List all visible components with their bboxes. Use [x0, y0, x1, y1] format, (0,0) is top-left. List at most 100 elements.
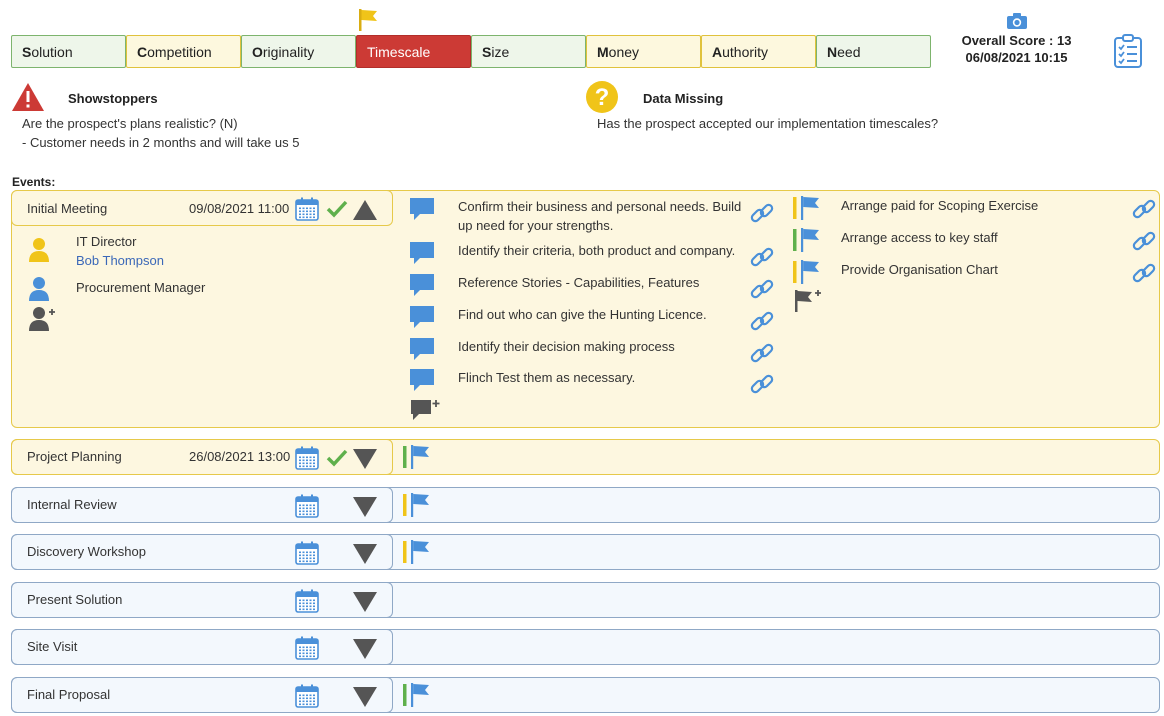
objective-text: Confirm their business and personal need…	[458, 197, 741, 235]
expand-arrow-icon[interactable]	[352, 496, 378, 518]
event-flag-icon[interactable]	[402, 444, 432, 470]
link-icon[interactable]	[749, 244, 775, 270]
tab-label: uthority	[722, 43, 769, 60]
event-header[interactable]: Internal Review	[11, 487, 393, 523]
contact-name-link[interactable]: Bob Thompson	[76, 253, 164, 268]
event-row[interactable]: Site Visit	[11, 629, 1160, 665]
tab-label: ize	[491, 43, 510, 60]
tab-label: eed	[837, 43, 861, 60]
event-name: Initial Meeting	[27, 200, 108, 216]
tab-initial: A	[712, 43, 723, 60]
add-flag-icon[interactable]	[792, 288, 822, 314]
event-row[interactable]: Final Proposal	[11, 677, 1160, 713]
comment-icon[interactable]	[409, 273, 435, 297]
calendar-icon[interactable]	[295, 636, 319, 660]
event-flag-icon[interactable]	[402, 682, 432, 708]
add-comment-icon[interactable]	[409, 398, 441, 422]
objective-line: up need for your strengths.	[458, 218, 614, 233]
objective-line: Identify their criteria, both product an…	[458, 243, 736, 258]
event-header[interactable]: Project Planning 26/08/2021 13:00	[11, 439, 393, 475]
action-flag-icon[interactable]	[792, 259, 822, 285]
event-flag-icon[interactable]	[402, 539, 432, 565]
collapse-arrow-icon[interactable]	[352, 199, 378, 221]
warning-icon	[12, 83, 44, 111]
event-panel-expanded: Initial Meeting 09/08/2021 11:00 IT Dire…	[11, 190, 1160, 428]
calendar-icon[interactable]	[295, 589, 319, 613]
link-icon[interactable]	[749, 276, 775, 302]
contact-role: Procurement Manager	[76, 280, 206, 295]
objective-text: Reference Stories - Capabilities, Featur…	[458, 273, 699, 292]
score-datetime: 06/08/2021 10:15	[965, 50, 1068, 65]
event-row[interactable]: Internal Review	[11, 487, 1160, 523]
tab-label: riginality	[262, 43, 315, 60]
event-row[interactable]: Discovery Workshop	[11, 534, 1160, 570]
event-name: Internal Review	[27, 497, 117, 512]
showstopper-line: - Customer needs in 2 months and will ta…	[22, 135, 300, 150]
tab-size[interactable]: Size	[471, 35, 586, 68]
event-row[interactable]: Present Solution	[11, 582, 1160, 618]
objective-line: Identify their decision making process	[458, 339, 675, 354]
tab-need[interactable]: Need	[816, 35, 931, 68]
tab-money[interactable]: Money	[586, 35, 701, 68]
comment-icon[interactable]	[409, 305, 435, 329]
expand-arrow-icon[interactable]	[352, 448, 378, 470]
data-missing-line: Has the prospect accepted our implementa…	[597, 116, 939, 131]
calendar-icon[interactable]	[295, 197, 319, 221]
tab-authority[interactable]: Authority	[701, 35, 816, 68]
question-icon: ?	[586, 81, 618, 113]
expand-arrow-icon[interactable]	[352, 591, 378, 613]
link-icon[interactable]	[749, 340, 775, 366]
tab-initial: S	[22, 43, 32, 60]
link-icon[interactable]	[1131, 228, 1157, 254]
comment-icon[interactable]	[409, 337, 435, 361]
link-icon[interactable]	[749, 200, 775, 226]
link-icon[interactable]	[1131, 196, 1157, 222]
event-name: Present Solution	[27, 592, 123, 607]
objective-text: Flinch Test them as necessary.	[458, 368, 635, 387]
comment-icon[interactable]	[409, 368, 435, 392]
expand-arrow-icon[interactable]	[352, 638, 378, 660]
showstopper-line: Are the prospect's plans realistic? (N)	[22, 116, 238, 131]
tab-label: oney	[608, 43, 640, 60]
tab-solution[interactable]: Solution	[11, 35, 126, 68]
event-header[interactable]: Site Visit	[11, 629, 393, 665]
event-header[interactable]: Discovery Workshop	[11, 534, 393, 570]
event-flag-icon[interactable]	[402, 492, 432, 518]
event-header[interactable]: Final Proposal	[11, 677, 393, 713]
tab-competition[interactable]: Competition	[126, 35, 241, 68]
tab-label: olution	[31, 43, 73, 60]
add-person-icon[interactable]	[28, 306, 58, 332]
objective-line: Confirm their business and personal need…	[458, 199, 742, 214]
objective-text: Identify their decision making process	[458, 337, 675, 356]
action-flag-icon[interactable]	[792, 195, 822, 221]
expand-arrow-icon[interactable]	[352, 686, 378, 708]
tab-initial: N	[827, 43, 838, 60]
events-label: Events:	[12, 175, 56, 189]
contact-role: IT Director	[76, 234, 137, 249]
event-header[interactable]: Present Solution	[11, 582, 393, 618]
person-icon	[29, 238, 49, 262]
comment-icon[interactable]	[409, 197, 435, 221]
comment-icon[interactable]	[409, 241, 435, 265]
expand-arrow-icon[interactable]	[352, 543, 378, 565]
checklist-icon[interactable]	[1113, 34, 1143, 68]
camera-icon[interactable]	[1006, 12, 1028, 30]
event-header[interactable]: Initial Meeting 09/08/2021 11:00	[11, 190, 393, 226]
calendar-icon[interactable]	[295, 446, 319, 470]
calendar-icon[interactable]	[295, 684, 319, 708]
person-icon	[29, 277, 49, 301]
check-icon	[326, 200, 348, 218]
action-flag-icon[interactable]	[792, 227, 822, 253]
event-row[interactable]: Project Planning 26/08/2021 13:00	[11, 439, 1160, 475]
link-icon[interactable]	[749, 308, 775, 334]
action-text: Provide Organisation Chart	[841, 262, 998, 277]
tab-originality[interactable]: Originality	[241, 35, 356, 68]
objective-line: Find out who can give the Hunting Licenc…	[458, 307, 707, 322]
tab-timescale[interactable]: Timescale	[356, 35, 471, 68]
calendar-icon[interactable]	[295, 494, 319, 518]
link-icon[interactable]	[749, 371, 775, 397]
link-icon[interactable]	[1131, 260, 1157, 286]
calendar-icon[interactable]	[295, 541, 319, 565]
action-text: Arrange access to key staff	[841, 230, 998, 245]
action-text: Arrange paid for Scoping Exercise	[841, 198, 1039, 213]
